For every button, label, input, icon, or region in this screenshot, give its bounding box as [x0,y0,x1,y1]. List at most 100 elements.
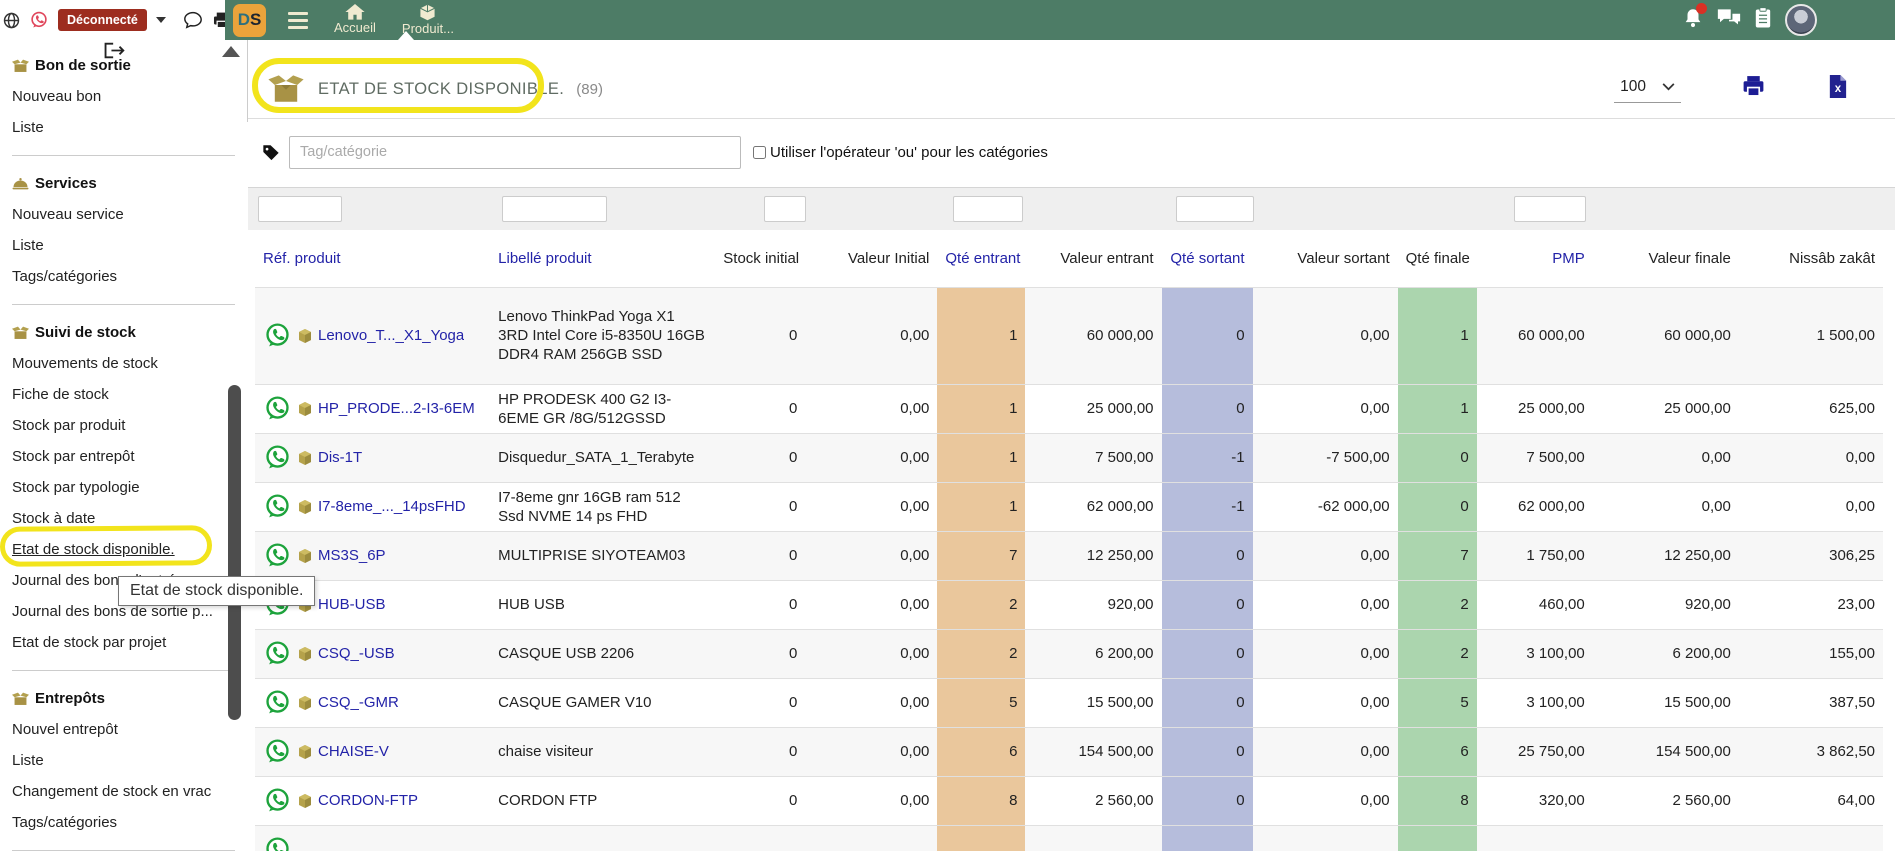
cell-stock_initial: 0 [715,531,805,580]
chat-bubble-icon[interactable] [183,11,203,29]
product-ref-link[interactable]: Dis-1T [318,448,362,467]
product-ref-link[interactable]: I7-8eme_..._14psFHD [318,497,466,516]
sidebar-item-liste[interactable]: Liste [12,112,247,143]
sidebar-item-liste[interactable]: Liste [12,745,247,776]
sidebar-item-nouveau-service[interactable]: Nouveau service [12,199,247,230]
table-row: CSQ_-USBCASQUE USB 220600,0026 200,0000,… [255,629,1883,678]
sidebar-item-mouvements-de-stock[interactable]: Mouvements de stock [12,348,247,379]
table-row: MS3S_6PMULTIPRISE SIYOTEAM0300,00712 250… [255,531,1883,580]
export-excel-button[interactable]: x [1826,74,1849,104]
sidebar-item-stock-date[interactable]: Stock à date [12,503,247,534]
cell-qte_entrant: 2 [937,580,1025,629]
filter-pmp-input[interactable] [1514,196,1586,222]
product-ref-link[interactable]: MS3S_6P [318,546,386,565]
column-header-stock_initial[interactable]: Stock initial [715,230,805,287]
sidebar-item-etat-de-stock-disponible-[interactable]: Etat de stock disponible. [12,534,247,565]
product-cube-icon [297,646,313,662]
messages-icon[interactable] [1717,8,1741,33]
notifications-bell-icon[interactable] [1682,7,1704,34]
filter-qty-in-input[interactable] [953,196,1023,222]
sidebar-item-etat-de-stock-par-projet[interactable]: Etat de stock par projet [12,627,247,658]
product-ref-link[interactable]: HUB-USB [318,595,386,614]
cell-valeur_initial [805,825,937,851]
sidebar-scrollbar[interactable] [228,385,241,720]
whatsapp-red-icon[interactable] [29,10,49,30]
collapse-menu-icon[interactable] [222,46,240,57]
column-header-libelle[interactable]: Libellé produit [490,230,715,287]
sidebar-item-tags-cat-gories[interactable]: Tags/catégories [12,261,247,292]
table-row: CSQ_-GMRCASQUE GAMER V1000,00515 500,000… [255,678,1883,727]
whatsapp-icon[interactable] [263,835,292,851]
page-size-select[interactable]: 100 [1614,76,1681,103]
column-header-valeur_initial[interactable]: Valeur Initial [805,230,937,287]
whatsapp-icon[interactable] [263,639,292,668]
menu-toggle-icon[interactable] [288,12,308,29]
whatsapp-icon[interactable] [263,688,292,717]
filter-label-input[interactable] [502,196,607,222]
sidebar-section-services[interactable]: Services [12,168,247,199]
whatsapp-icon[interactable] [263,541,292,570]
sidebar-item-stock-par-entrep-t[interactable]: Stock par entrepôt [12,441,247,472]
whatsapp-icon[interactable] [263,321,292,350]
sidebar-item-stock-par-produit[interactable]: Stock par produit [12,410,247,441]
print-list-button[interactable] [1741,74,1766,104]
whatsapp-icon[interactable] [263,492,292,521]
box-icon [12,59,29,73]
exit-icon[interactable] [103,42,125,63]
column-header-pmp[interactable]: PMP [1477,230,1593,287]
whatsapp-icon[interactable] [263,443,292,472]
whatsapp-icon[interactable] [263,394,292,423]
sidebar-section-bon-de-sortie[interactable]: Bon de sortie [12,50,247,81]
filter-ref-input[interactable] [258,196,342,222]
disconnect-button[interactable]: Déconnecté [58,9,147,31]
sidebar-item-changement-de-stock-en-vrac[interactable]: Changement de stock en vrac [12,776,247,807]
globe-icon[interactable] [3,12,20,29]
or-operator-checkbox[interactable] [753,146,766,159]
filter-stock-initial-input[interactable] [764,196,806,222]
sidebar-section-entrep-ts[interactable]: Entrepôts [12,683,247,714]
column-header-valeur_sortant[interactable]: Valeur sortant [1253,230,1398,287]
box-icon [12,326,29,340]
product-ref-link[interactable]: Lenovo_T..._X1_Yoga [318,326,464,345]
tag-category-input[interactable] [289,136,741,169]
filter-qty-out-input[interactable] [1176,196,1254,222]
product-ref-link[interactable]: CORDON-FTP [318,791,418,810]
column-header-valeur_finale[interactable]: Valeur finale [1593,230,1739,287]
column-header-qte_sortant[interactable]: Qté sortant [1162,230,1253,287]
column-header-valeur_entrant[interactable]: Valeur entrant [1025,230,1161,287]
clipboard-icon[interactable] [1754,7,1772,34]
sidebar-item-stock-par-typologie[interactable]: Stock par typologie [12,472,247,503]
app-logo[interactable]: DS [233,4,266,37]
sidebar-item-fiche-de-stock[interactable]: Fiche de stock [12,379,247,410]
cell-ref: HP_PRODE...2-I3-6EM [255,384,490,433]
column-header-qte_finale[interactable]: Qté finale [1398,230,1477,287]
main-content: ETAT DE STOCK DISPONIBLE. (89) 100 x [248,40,1895,851]
column-header-qte_entrant[interactable]: Qté entrant [937,230,1025,287]
product-ref-link[interactable]: CHAISE-V [318,742,389,761]
cell-valeur_sortant: 0,00 [1253,531,1398,580]
sidebar-item-nouvel-entrep-t[interactable]: Nouvel entrepôt [12,714,247,745]
table-row: Lenovo_T..._X1_YogaLenovo ThinkPad Yoga … [255,287,1883,384]
disconnect-caret-icon[interactable] [156,17,166,23]
cell-stock_initial: 0 [715,678,805,727]
product-ref-link[interactable]: CSQ_-GMR [318,693,399,712]
cell-valeur_initial: 0,00 [805,580,937,629]
sidebar-item-liste[interactable]: Liste [12,230,247,261]
cell-valeur_sortant: 0,00 [1253,727,1398,776]
user-avatar[interactable] [1785,4,1817,36]
column-header-nissab_zakat[interactable]: Nissâb zakât [1739,230,1883,287]
cell-valeur_sortant: 0,00 [1253,678,1398,727]
column-header-ref[interactable]: Réf. produit [255,230,490,287]
product-ref-link[interactable]: CSQ_-USB [318,644,395,663]
table-row: CORDON-FTPCORDON FTP00,0082 560,0000,008… [255,776,1883,825]
table-row: Dis-1TDisquedur_SATA_1_Terabyte00,0017 5… [255,433,1883,482]
sidebar-item-nouveau-bon[interactable]: Nouveau bon [12,81,247,112]
nav-accueil[interactable]: Accueil [334,4,376,35]
whatsapp-icon[interactable] [263,737,292,766]
sidebar-item-tags-cat-gories[interactable]: Tags/catégories [12,807,247,838]
sidebar-section-suivi-de-stock[interactable]: Suivi de stock [12,317,247,348]
cell-valeur_sortant: -7 500,00 [1253,433,1398,482]
product-ref-link[interactable]: HP_PRODE...2-I3-6EM [318,399,475,418]
whatsapp-icon[interactable] [263,786,292,815]
cell-qte_sortant [1162,825,1253,851]
